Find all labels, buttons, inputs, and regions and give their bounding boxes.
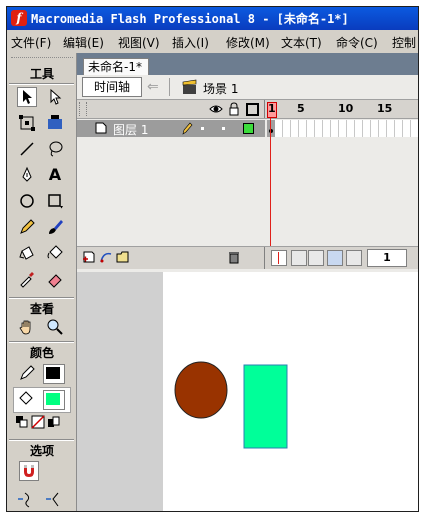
tools-panel: 工具 A 查看 颜色 选项 bbox=[7, 53, 77, 511]
oval-icon[interactable] bbox=[17, 191, 37, 211]
stroke-color-swatch[interactable] bbox=[43, 364, 65, 384]
stroke-pencil-icon bbox=[17, 363, 37, 383]
outline-icon[interactable] bbox=[246, 103, 259, 116]
outline-color-box[interactable] bbox=[243, 123, 254, 134]
layer-name[interactable]: 图层 1 bbox=[113, 121, 148, 138]
visibility-dot[interactable] bbox=[201, 127, 204, 130]
menu-modify[interactable]: 修改(M) bbox=[226, 34, 270, 51]
menu-view[interactable]: 视图(V) bbox=[118, 34, 160, 51]
trash-icon[interactable] bbox=[227, 250, 241, 264]
menu-bar: 文件(F) 编辑(E) 视图(V) 插入(I) 修改(M) 文本(T) 命令(C… bbox=[7, 31, 418, 51]
selection-arrow-icon[interactable] bbox=[17, 87, 37, 107]
edit-multiple-frames-icon[interactable] bbox=[327, 250, 343, 266]
smooth-icon[interactable] bbox=[15, 489, 35, 509]
flash-app-icon[interactable]: f bbox=[11, 10, 27, 26]
menu-insert[interactable]: 插入(I) bbox=[172, 34, 209, 51]
window-title: Macromedia Flash Professional 8 - [未命名-1… bbox=[31, 12, 349, 26]
center-frame-icon[interactable] bbox=[271, 250, 287, 266]
pencil-icon[interactable] bbox=[17, 217, 37, 237]
panel-grip bbox=[11, 57, 73, 60]
current-frame-field[interactable]: 1 bbox=[367, 249, 407, 267]
line-icon[interactable] bbox=[17, 139, 37, 159]
menu-commands[interactable]: 命令(C) bbox=[336, 34, 378, 51]
onion-skin-icon[interactable] bbox=[291, 250, 307, 266]
rectangle-icon[interactable] bbox=[45, 191, 65, 211]
eraser-icon[interactable] bbox=[45, 269, 65, 289]
scene-label[interactable]: 场景 1 bbox=[203, 80, 238, 97]
brown-circle-shape[interactable] bbox=[174, 361, 228, 419]
insert-folder-icon[interactable] bbox=[116, 250, 130, 264]
text-icon[interactable]: A bbox=[45, 165, 65, 185]
straighten-icon[interactable] bbox=[43, 489, 63, 509]
no-color-icon[interactable] bbox=[31, 415, 45, 429]
fill-transform-icon[interactable] bbox=[45, 113, 65, 133]
ink-bottle-icon[interactable] bbox=[17, 243, 37, 263]
motion-guide-icon[interactable] bbox=[99, 250, 113, 264]
brush-icon[interactable] bbox=[45, 217, 65, 237]
divider bbox=[9, 83, 74, 85]
layer-row[interactable]: 图层 1 bbox=[77, 120, 265, 137]
divider bbox=[9, 297, 74, 299]
app-window: f Macromedia Flash Professional 8 - [未命名… bbox=[6, 6, 419, 512]
timeline-toggle-button[interactable]: 时间轴 bbox=[82, 77, 142, 97]
onion-markers-icon[interactable] bbox=[346, 250, 362, 266]
stage[interactable] bbox=[163, 272, 418, 511]
menu-edit[interactable]: 编辑(E) bbox=[63, 34, 104, 51]
back-arrow-icon[interactable]: ⇐ bbox=[147, 79, 165, 95]
tools-header: 工具 bbox=[29, 67, 54, 81]
divider bbox=[264, 247, 265, 269]
insert-layer-icon[interactable] bbox=[82, 250, 96, 264]
title-bar: f Macromedia Flash Professional 8 - [未命名… bbox=[7, 7, 418, 30]
document-tab[interactable]: 未命名-1* bbox=[83, 58, 149, 76]
black-white-icon[interactable] bbox=[15, 415, 29, 429]
fill-bucket-icon bbox=[15, 389, 35, 409]
pen-icon[interactable] bbox=[17, 165, 37, 185]
view-header: 查看 bbox=[29, 302, 54, 316]
edit-bar: 时间轴 ⇐ 场景 1 bbox=[77, 75, 418, 100]
swap-colors-icon[interactable] bbox=[47, 415, 61, 429]
timeline-panel: 1 5 10 15 图层 1 1 bbox=[77, 100, 418, 272]
menu-control[interactable]: 控制 bbox=[392, 34, 416, 51]
frame-number: 5 bbox=[297, 102, 305, 115]
divider bbox=[264, 100, 265, 118]
frame-number: 1 bbox=[268, 102, 276, 115]
paint-bucket-icon[interactable] bbox=[45, 243, 65, 263]
free-transform-icon[interactable] bbox=[17, 113, 37, 133]
divider bbox=[9, 439, 74, 441]
lasso-icon[interactable] bbox=[45, 139, 65, 159]
subselection-icon[interactable] bbox=[45, 87, 65, 107]
keyframe-cell[interactable] bbox=[267, 120, 275, 137]
eyedropper-icon[interactable] bbox=[17, 269, 37, 289]
timeline-grip bbox=[79, 102, 87, 116]
frame-number: 15 bbox=[377, 102, 393, 115]
divider bbox=[169, 78, 170, 96]
divider bbox=[9, 341, 74, 343]
document-tab-strip: 未命名-1* bbox=[77, 53, 418, 76]
snap-magnet-icon[interactable] bbox=[19, 461, 39, 481]
menu-file[interactable]: 文件(F) bbox=[11, 34, 51, 51]
color-header: 颜色 bbox=[29, 346, 54, 360]
lock-icon[interactable] bbox=[228, 102, 240, 116]
options-header: 选项 bbox=[29, 444, 54, 458]
lock-dot[interactable] bbox=[222, 127, 225, 130]
hand-icon[interactable] bbox=[17, 317, 37, 337]
eye-icon[interactable] bbox=[209, 102, 223, 116]
menu-text[interactable]: 文本(T) bbox=[281, 34, 322, 51]
green-rectangle-shape[interactable] bbox=[243, 364, 288, 449]
timeline-header: 1 5 10 15 bbox=[77, 100, 418, 119]
layer-page-icon bbox=[95, 122, 107, 134]
frames-area[interactable] bbox=[267, 120, 418, 137]
document-area: 未命名-1* 时间轴 ⇐ 场景 1 1 5 10 15 图层 1 1 bbox=[77, 53, 418, 511]
onion-outline-icon[interactable] bbox=[308, 250, 324, 266]
zoom-icon[interactable] bbox=[45, 317, 65, 337]
timeline-footer: 1 bbox=[77, 246, 418, 269]
fill-color-swatch[interactable] bbox=[43, 390, 65, 410]
frame-number: 10 bbox=[338, 102, 354, 115]
edit-pencil-icon bbox=[181, 121, 193, 135]
scene-clapper-icon bbox=[181, 79, 199, 95]
